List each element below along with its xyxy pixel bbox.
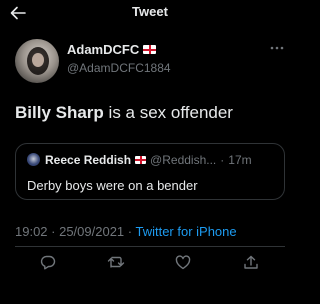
heart-icon — [175, 254, 191, 269]
tweet-meta: 19:02 · 25/09/2021 · Twitter for iPhone — [15, 224, 237, 239]
england-flag-icon — [135, 156, 147, 164]
action-bar — [0, 252, 300, 272]
quoted-separator: · — [220, 153, 225, 167]
tweet-text: Billy Sharp is a sex offender — [15, 103, 233, 123]
reply-icon — [40, 255, 56, 269]
quoted-time: 17m — [228, 153, 252, 167]
england-flag-icon — [143, 45, 157, 54]
tweet-source-link[interactable]: Twitter for iPhone — [135, 224, 236, 239]
like-button[interactable] — [173, 252, 193, 272]
share-icon — [244, 255, 258, 269]
quoted-tweet-card[interactable]: Reece Reddish @Reddish... · 17m Derby bo… — [15, 143, 285, 200]
author-handle[interactable]: @AdamDCFC1884 — [67, 61, 171, 75]
tweet-text-rest: is a sex offender — [103, 103, 233, 122]
avatar[interactable] — [15, 39, 59, 83]
quoted-handle: @Reddish... — [150, 153, 217, 167]
quoted-author-row: Reece Reddish @Reddish... · 17m — [45, 153, 252, 167]
more-horizontal-icon — [270, 46, 284, 50]
divider — [15, 246, 285, 247]
share-button[interactable] — [241, 252, 261, 272]
author-display-name[interactable]: AdamDCFC — [67, 42, 139, 57]
tweet-header: AdamDCFC @AdamDCFC1884 — [15, 37, 290, 89]
retweet-button[interactable] — [106, 252, 126, 272]
retweet-icon — [107, 256, 125, 268]
reply-button[interactable] — [38, 252, 58, 272]
top-bar: Tweet — [0, 0, 300, 26]
tweet-text-bold: Billy Sharp — [15, 103, 104, 122]
author-name-row: AdamDCFC — [67, 42, 157, 57]
page-title: Tweet — [132, 4, 168, 19]
more-button[interactable] — [268, 43, 286, 53]
quoted-avatar — [27, 153, 40, 166]
quoted-display-name: Reece Reddish — [45, 153, 132, 167]
tweet-timestamp: 19:02 · 25/09/2021 · — [15, 224, 136, 239]
quoted-text: Derby boys were on a bender — [27, 178, 198, 193]
